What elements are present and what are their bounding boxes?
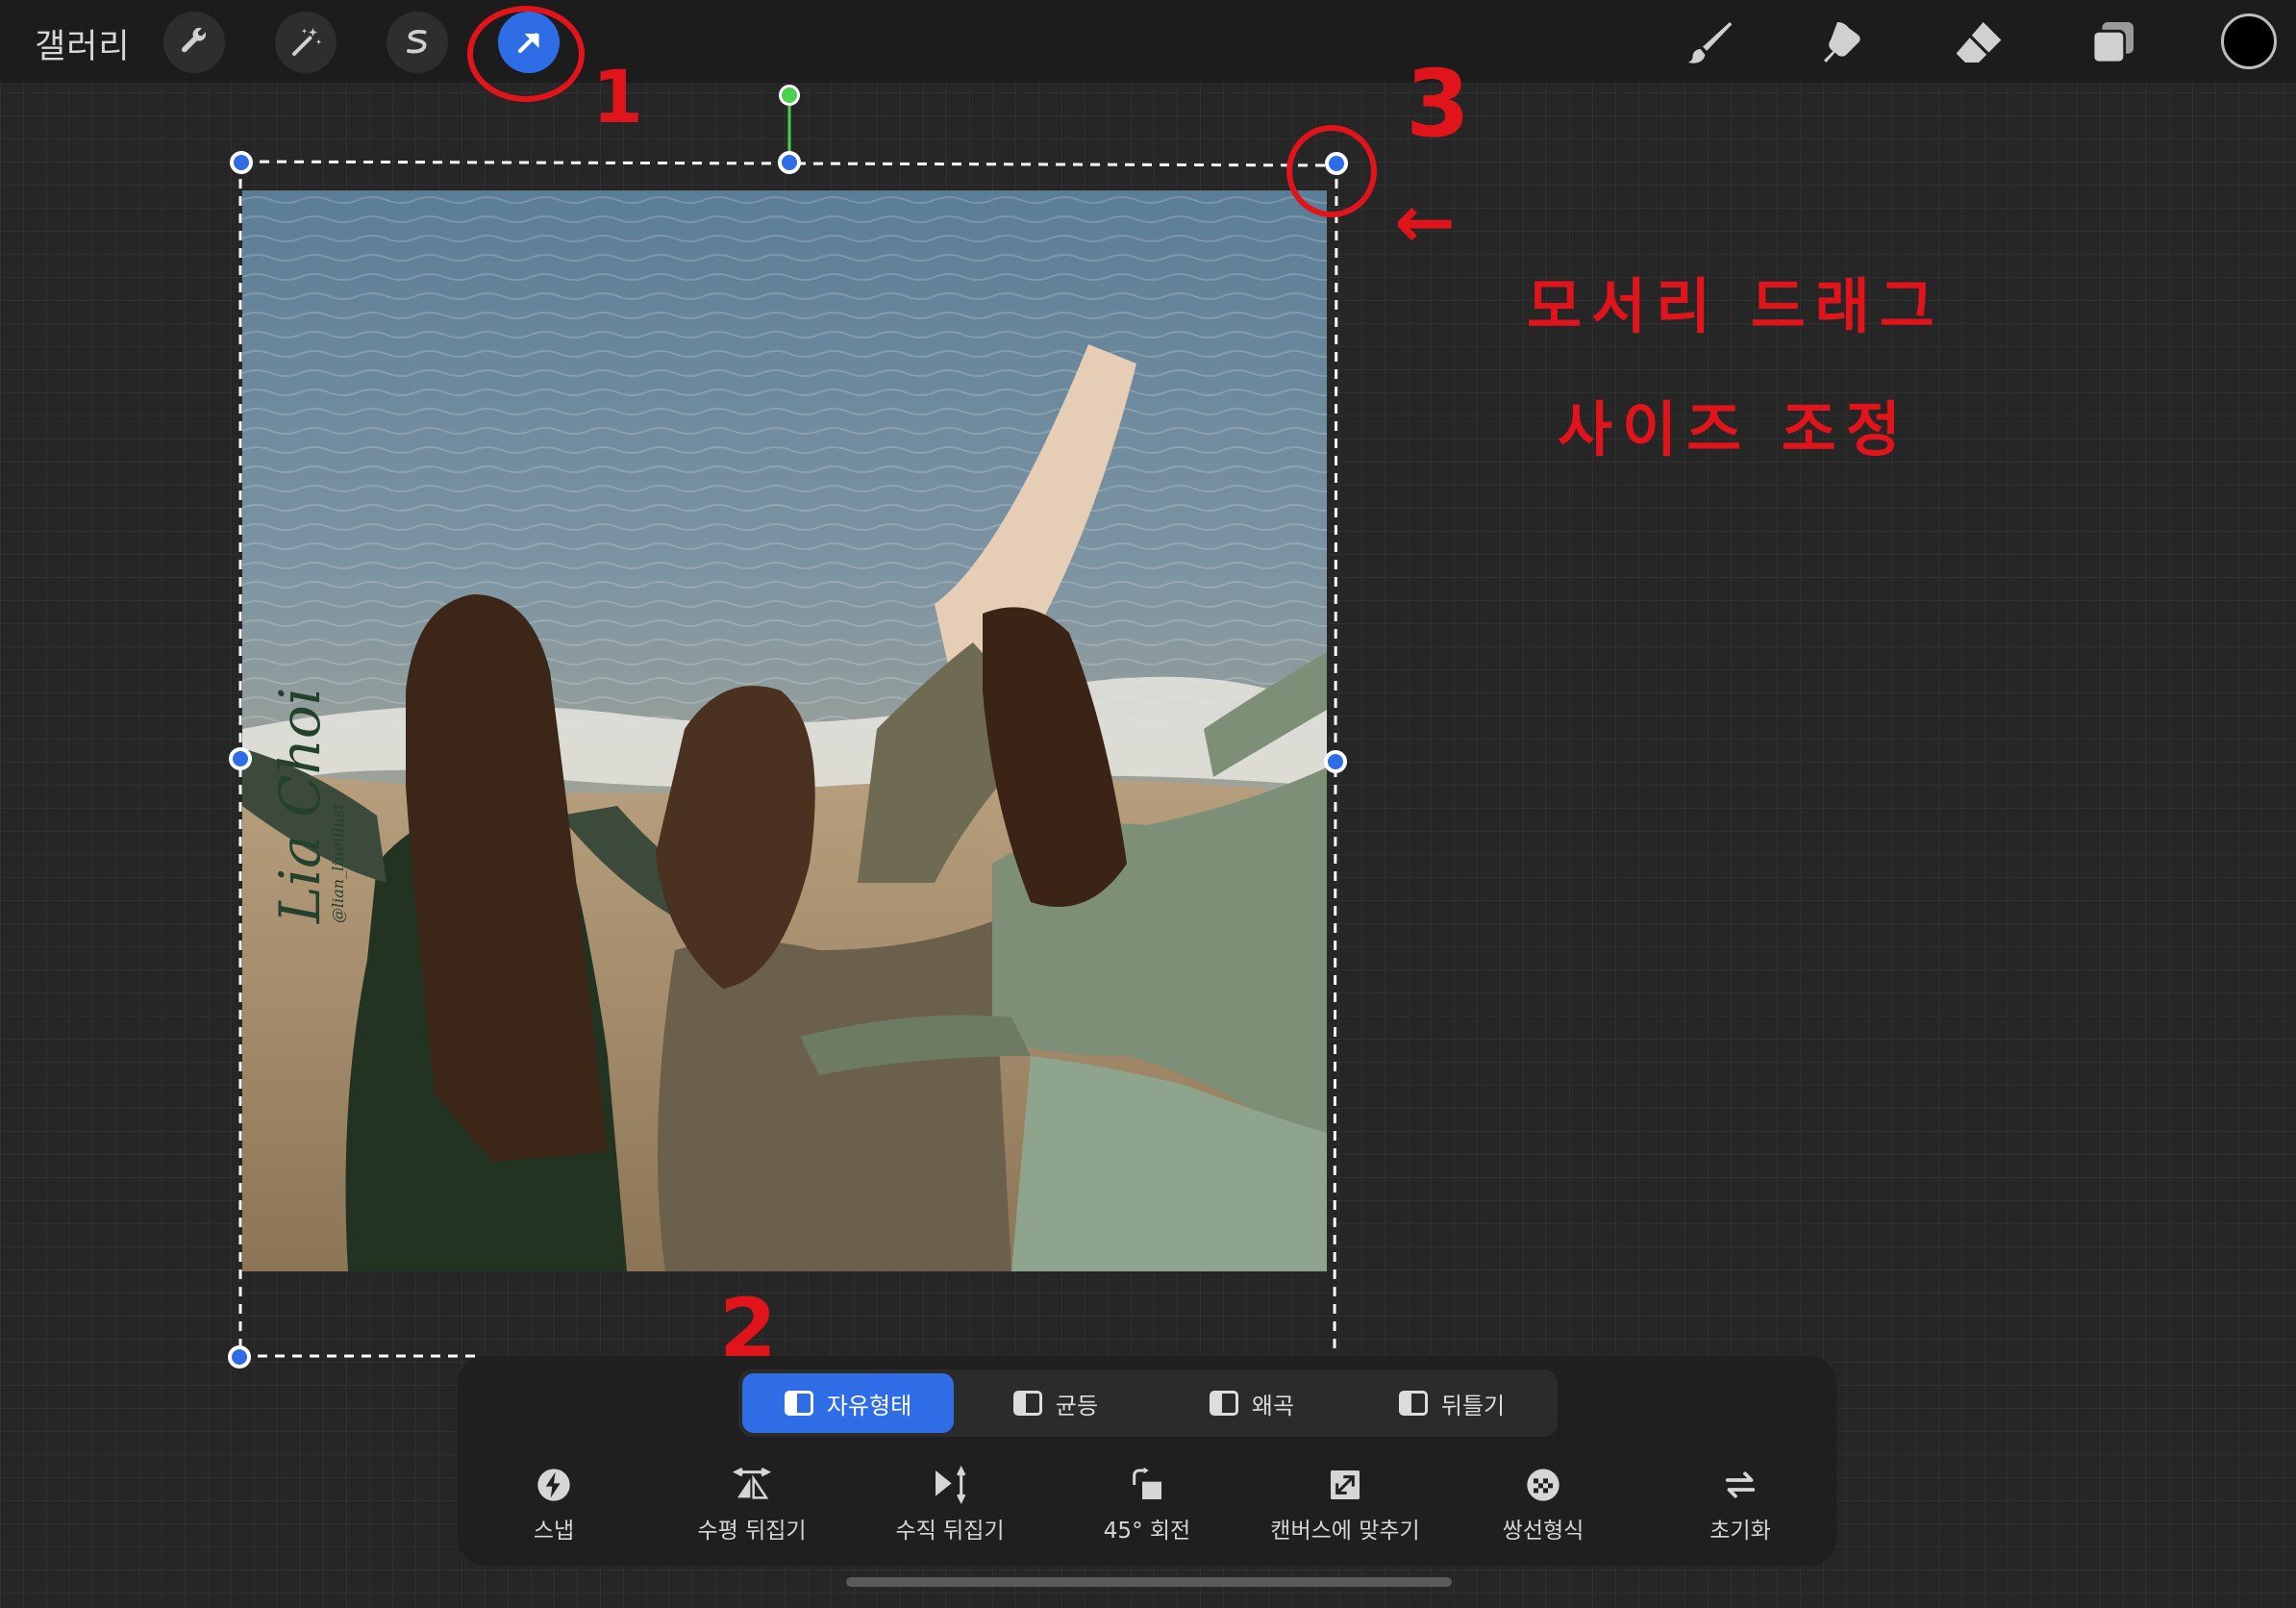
brush-icon (1687, 22, 1733, 63)
layers-tool[interactable] (2084, 13, 2142, 71)
uniform-icon (1012, 1391, 1042, 1416)
fit-to-canvas-button[interactable]: 캔버스에 맞추기 (1249, 1464, 1441, 1545)
handle-middle-right[interactable] (1324, 750, 1347, 773)
rotate-45-button[interactable]: 45° 회전 (1051, 1464, 1243, 1545)
warp-icon (1398, 1391, 1428, 1416)
home-indicator[interactable] (846, 1577, 1452, 1587)
eraser-icon (1956, 22, 2002, 63)
transform-mode-selector: 자유형태 균등 왜곡 뒤틀기 (738, 1369, 1558, 1437)
annotation-mark-1: 1 (592, 54, 653, 139)
annotation-arrow-3: ← (1394, 179, 1456, 264)
annotation-mark-3: 3 (1406, 50, 1480, 158)
flip-vertical-button[interactable]: 수직 뒤집기 (854, 1464, 1046, 1545)
artwork-image (242, 190, 1327, 1271)
flip-horizontal-button[interactable]: 수평 뒤집기 (656, 1464, 848, 1545)
snap-button[interactable]: 스냅 (458, 1464, 650, 1545)
artist-signature: Lia Choi @lian_lineillust (267, 687, 347, 923)
handle-top-left[interactable] (230, 151, 253, 174)
rotate-handle[interactable] (779, 85, 800, 106)
top-toolbar: 갤러리 (0, 0, 2296, 83)
color-picker-swatch[interactable] (2221, 13, 2277, 69)
selection-button[interactable] (387, 12, 448, 73)
annotation-note-line2: 사이즈 조정 (1558, 394, 1910, 465)
transform-actions: 스냅 수평 뒤집기 수직 뒤집기 45° 회전 캔버스에 맞추기 쌍선형식 초기… (458, 1464, 1836, 1556)
mode-uniform[interactable]: 균등 (961, 1373, 1150, 1433)
reset-button[interactable]: 초기화 (1644, 1464, 1836, 1545)
fit-canvas-icon (1331, 1470, 1360, 1499)
smudge-tool[interactable] (1815, 13, 1873, 71)
brush-tool[interactable] (1681, 13, 1738, 71)
bilinear-button[interactable]: 쌍선형식 (1447, 1464, 1639, 1545)
smudge-icon (1824, 22, 1860, 63)
adjustments-button[interactable] (275, 12, 337, 73)
freeform-icon (784, 1391, 813, 1416)
transform-panel: 자유형태 균등 왜곡 뒤틀기 스냅 수평 뒤집기 수직 뒤집기 45° 회전 캔… (458, 1356, 1836, 1566)
wrench-icon (182, 27, 207, 53)
distort-icon (1209, 1391, 1238, 1416)
lightning-icon (537, 1469, 570, 1501)
annotation-circle-1 (467, 6, 585, 102)
gallery-button[interactable]: 갤러리 (35, 19, 131, 68)
reset-icon (1725, 1471, 1756, 1498)
eraser-tool[interactable] (1950, 13, 2008, 71)
magic-wand-icon (292, 28, 322, 56)
mode-warp[interactable]: 뒤틀기 (1354, 1373, 1550, 1433)
flip-horizontal-icon (733, 1467, 771, 1499)
mode-distort[interactable]: 왜곡 (1158, 1373, 1346, 1433)
layers-icon (2091, 22, 2134, 64)
rotate-45-icon (1133, 1467, 1161, 1499)
handle-middle-left[interactable] (229, 747, 252, 770)
handle-top-middle[interactable] (778, 151, 801, 174)
mode-freeform[interactable]: 자유형태 (742, 1373, 954, 1433)
annotation-note-line1: 모서리 드래그 (1527, 271, 1944, 341)
annotation-circle-3 (1286, 125, 1377, 217)
actions-button[interactable] (163, 12, 225, 73)
bilinear-icon (1527, 1469, 1560, 1501)
handle-bottom-left[interactable] (228, 1345, 251, 1369)
flip-vertical-icon (936, 1466, 966, 1504)
selection-s-icon (407, 29, 427, 54)
